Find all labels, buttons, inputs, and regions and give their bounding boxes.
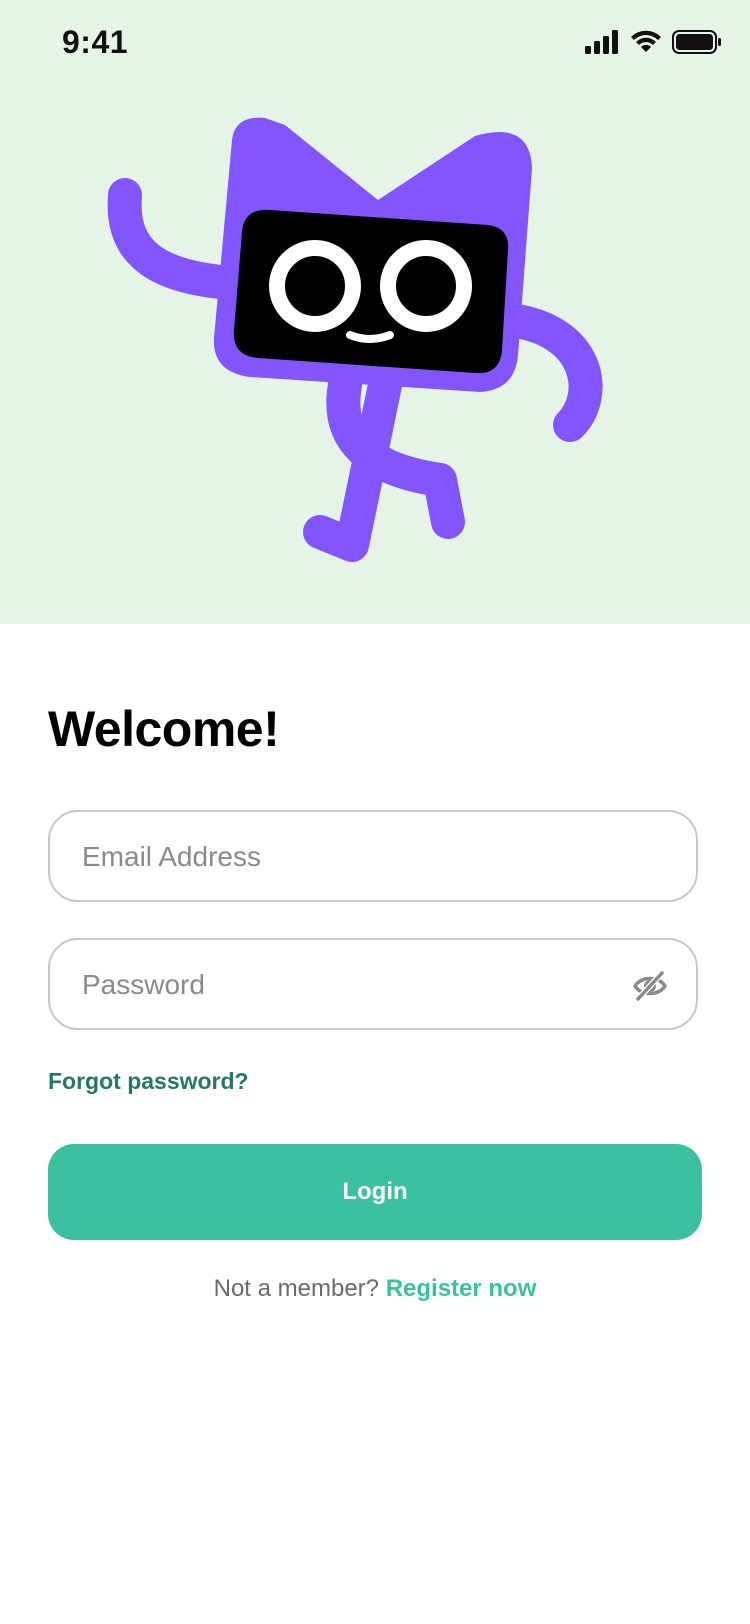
cellular-signal-icon (584, 30, 620, 54)
email-field-container (48, 810, 698, 902)
register-now-link[interactable]: Register now (386, 1275, 537, 1302)
hero-banner: 9:41 (0, 0, 750, 624)
login-button[interactable]: Login (48, 1144, 702, 1240)
page-title: Welcome! (48, 701, 280, 757)
eye-off-icon[interactable] (632, 968, 668, 1004)
password-field-container (48, 938, 698, 1030)
register-prompt-row: Not a member? Register now (48, 1275, 702, 1303)
mascot-illustration (107, 117, 603, 562)
password-input[interactable] (80, 940, 624, 1030)
register-prompt-text: Not a member? (213, 1275, 380, 1302)
battery-icon (672, 30, 722, 54)
status-bar: 9:41 (0, 0, 750, 90)
status-time: 9:41 (62, 24, 129, 60)
forgot-password-link[interactable]: Forgot password? (48, 1068, 249, 1095)
wifi-icon (630, 30, 662, 54)
email-input[interactable] (80, 812, 624, 902)
status-icons (584, 30, 722, 54)
